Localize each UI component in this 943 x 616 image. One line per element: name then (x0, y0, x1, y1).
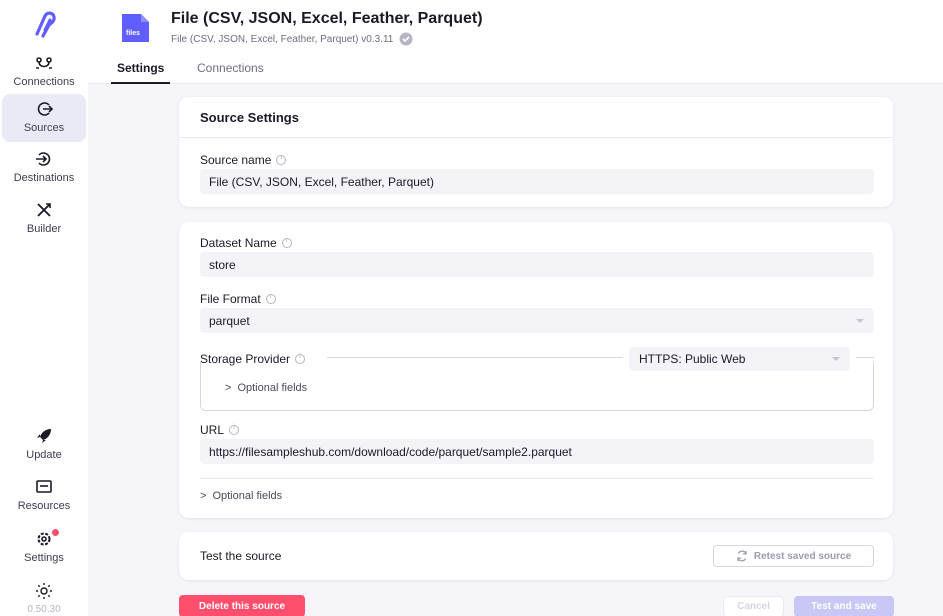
cancel-button[interactable]: Cancel (723, 596, 784, 616)
retest-source-button[interactable]: Retest saved source (713, 545, 874, 567)
dataset-name-label: Dataset Name (200, 236, 292, 250)
verified-check-icon (399, 32, 413, 46)
builder-icon (37, 203, 51, 217)
page-subtitle: File (CSV, JSON, Excel, Feather, Parquet… (171, 32, 413, 46)
sidebar: Connections Sources Destinations Builder… (0, 0, 88, 616)
sidebar-item-label: Connections (13, 76, 75, 88)
storage-border-line (856, 357, 874, 358)
sidebar-item-label: Destinations (13, 172, 75, 184)
info-icon[interactable] (229, 424, 240, 435)
info-icon[interactable] (265, 293, 276, 304)
button-label: Retest saved source (753, 550, 852, 562)
airbyte-logo-icon[interactable] (28, 10, 60, 38)
url-input[interactable]: https://filesampleshub.com/download/code… (200, 439, 874, 464)
files-icon-text: files (126, 30, 140, 37)
field-label-text: Source name (200, 153, 272, 167)
tab-connections[interactable]: Connections (197, 61, 264, 75)
sidebar-item-label: Builder (26, 223, 62, 235)
sidebar-item-label: Settings (24, 552, 64, 564)
sidebar-item-label: Resources (17, 500, 71, 512)
field-label-text: File Format (200, 292, 261, 306)
connector-config-card: Dataset Name store File Format parquet S… (179, 222, 893, 518)
storage-border-line (327, 357, 623, 358)
sidebar-item-sources[interactable]: Sources (2, 94, 86, 142)
info-icon[interactable] (281, 237, 292, 248)
select-value: HTTPS: Public Web (639, 352, 746, 366)
chevron-right-icon: > (200, 490, 207, 502)
sources-icon (37, 102, 53, 116)
source-settings-card: Source Settings Source name File (CSV, J… (179, 97, 893, 207)
sidebar-item-destinations[interactable]: Destinations (2, 144, 86, 192)
optional-fields-label: Optional fields (237, 382, 308, 394)
field-label-text: Dataset Name (200, 236, 277, 250)
storage-provider-select[interactable]: HTTPS: Public Web (629, 347, 850, 371)
app-version: 0.50.30 (27, 604, 61, 615)
file-format-label: File Format (200, 292, 276, 306)
rocket-icon (37, 429, 51, 443)
chevron-down-icon (856, 319, 864, 323)
page-header: files File (CSV, JSON, Excel, Feather, P… (88, 0, 943, 84)
test-source-card: Test the source Retest saved source (179, 532, 893, 580)
optional-fields-toggle[interactable]: > Optional fields (200, 490, 282, 502)
select-value: parquet (209, 313, 250, 328)
files-connector-icon: files (122, 14, 149, 42)
chevron-right-icon: > (225, 382, 232, 394)
sidebar-item-connections[interactable]: Connections (2, 48, 86, 96)
gear-icon (37, 532, 51, 546)
file-format-select[interactable]: parquet (200, 308, 874, 333)
resources-icon (36, 480, 52, 493)
sidebar-item-update[interactable]: Update (2, 421, 86, 469)
tab-settings[interactable]: Settings (110, 61, 171, 84)
test-and-save-button[interactable]: Test and save (794, 596, 894, 616)
storage-optional-fields-toggle[interactable]: > Optional fields (225, 382, 307, 394)
sun-icon (36, 583, 52, 599)
divider (179, 137, 893, 138)
source-name-input[interactable]: File (CSV, JSON, Excel, Feather, Parquet… (200, 169, 874, 194)
destinations-icon (36, 152, 51, 166)
connections-icon (36, 57, 52, 69)
optional-fields-label: Optional fields (212, 490, 283, 502)
delete-source-button[interactable]: Delete this source (179, 595, 305, 616)
sidebar-item-label: Update (26, 449, 62, 461)
theme-toggle[interactable] (2, 576, 86, 606)
sidebar-item-settings[interactable]: Settings (2, 524, 86, 572)
source-name-label: Source name (200, 153, 287, 167)
card-title: Source Settings (200, 110, 299, 125)
info-icon[interactable] (276, 154, 287, 165)
sidebar-item-resources[interactable]: Resources (2, 472, 86, 520)
chevron-down-icon (832, 357, 840, 361)
divider (200, 478, 874, 479)
sidebar-item-label: Sources (23, 122, 65, 134)
field-label-text: URL (200, 423, 225, 437)
connector-version: File (CSV, JSON, Excel, Feather, Parquet… (171, 33, 394, 45)
refresh-icon (737, 550, 747, 562)
url-label: URL (200, 423, 240, 437)
notification-dot (52, 529, 59, 536)
page-title: File (CSV, JSON, Excel, Feather, Parquet… (171, 10, 483, 27)
dataset-name-input[interactable]: store (200, 252, 874, 277)
test-source-title: Test the source (200, 549, 282, 563)
sidebar-item-builder[interactable]: Builder (2, 195, 86, 243)
